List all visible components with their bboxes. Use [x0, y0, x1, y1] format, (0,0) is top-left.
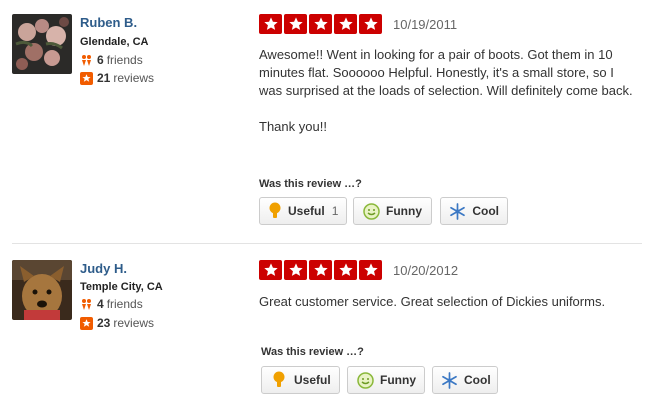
review-date: 10/19/2011: [393, 17, 458, 32]
user-location: Glendale, CA: [80, 36, 149, 48]
friends-count: 4 friends: [80, 297, 143, 311]
review-count-icon: [80, 316, 93, 330]
friends-label: friends: [106, 297, 143, 311]
vote-prompt: Was this review …?: [259, 178, 362, 190]
star-icon: [259, 260, 282, 280]
useful-count: 1: [331, 204, 339, 218]
review-divider: [12, 243, 642, 244]
friends-count: 6 friends: [80, 53, 143, 67]
lightbulb-icon: [268, 202, 282, 220]
review-count: 21 reviews: [80, 71, 154, 85]
cool-button[interactable]: Cool: [432, 366, 498, 394]
star-icon: [309, 260, 332, 280]
lightbulb-icon: [270, 371, 288, 389]
friends-number: 6: [97, 53, 104, 67]
vote-prompt: Was this review …?: [261, 346, 364, 358]
funny-label: Funny: [386, 204, 422, 218]
snowflake-icon: [441, 371, 458, 389]
useful-button[interactable]: Useful: [261, 366, 340, 394]
user-avatar[interactable]: [12, 260, 72, 320]
cool-label: Cool: [464, 373, 491, 387]
review-paragraph: Great customer service. Great selection …: [259, 294, 606, 309]
useful-label: Useful: [288, 204, 325, 218]
review-count: 23 reviews: [80, 316, 154, 330]
review-count-number: 23: [97, 316, 111, 330]
star-icon: [284, 260, 307, 280]
cool-label: Cool: [472, 204, 499, 218]
star-icon: [334, 14, 357, 34]
star-icon: [359, 14, 382, 34]
smiley-icon: [362, 202, 380, 220]
star-rating: [259, 14, 382, 34]
snowflake-icon: [449, 202, 466, 220]
useful-button[interactable]: Useful 1: [259, 197, 347, 225]
review-count-number: 21: [97, 71, 111, 85]
review-text: Great customer service. Great selection …: [259, 293, 634, 311]
funny-label: Funny: [380, 373, 416, 387]
avatar-image-dog: [12, 260, 72, 320]
review-count-icon: [80, 71, 93, 85]
star-icon: [309, 14, 332, 34]
star-icon: [259, 14, 282, 34]
star-icon: [334, 260, 357, 280]
funny-button[interactable]: Funny: [353, 197, 432, 225]
review-text: Awesome!! Went in looking for a pair of …: [259, 46, 634, 136]
user-name-link[interactable]: Judy H.: [80, 261, 127, 276]
friends-icon: [80, 54, 93, 67]
review-date: 10/20/2012: [393, 263, 459, 278]
funny-button[interactable]: Funny: [347, 366, 425, 394]
friends-icon: [80, 298, 93, 311]
star-icon: [359, 260, 382, 280]
star-icon: [284, 14, 307, 34]
friends-number: 4: [97, 297, 104, 311]
user-name-link[interactable]: Ruben B.: [80, 15, 137, 30]
review-count-label: reviews: [113, 316, 155, 330]
star-rating: [259, 260, 382, 280]
user-avatar[interactable]: [12, 14, 72, 74]
friends-label: friends: [106, 53, 143, 67]
review-paragraph: Awesome!! Went in looking for a pair of …: [259, 47, 633, 98]
user-location: Temple City, CA: [80, 281, 163, 293]
cool-button[interactable]: Cool: [440, 197, 508, 225]
avatar-image-roses: [12, 14, 72, 74]
smiley-icon: [356, 371, 374, 389]
useful-label: Useful: [294, 373, 331, 387]
review-paragraph: Thank you!!: [259, 119, 327, 134]
review-count-label: reviews: [113, 71, 155, 85]
